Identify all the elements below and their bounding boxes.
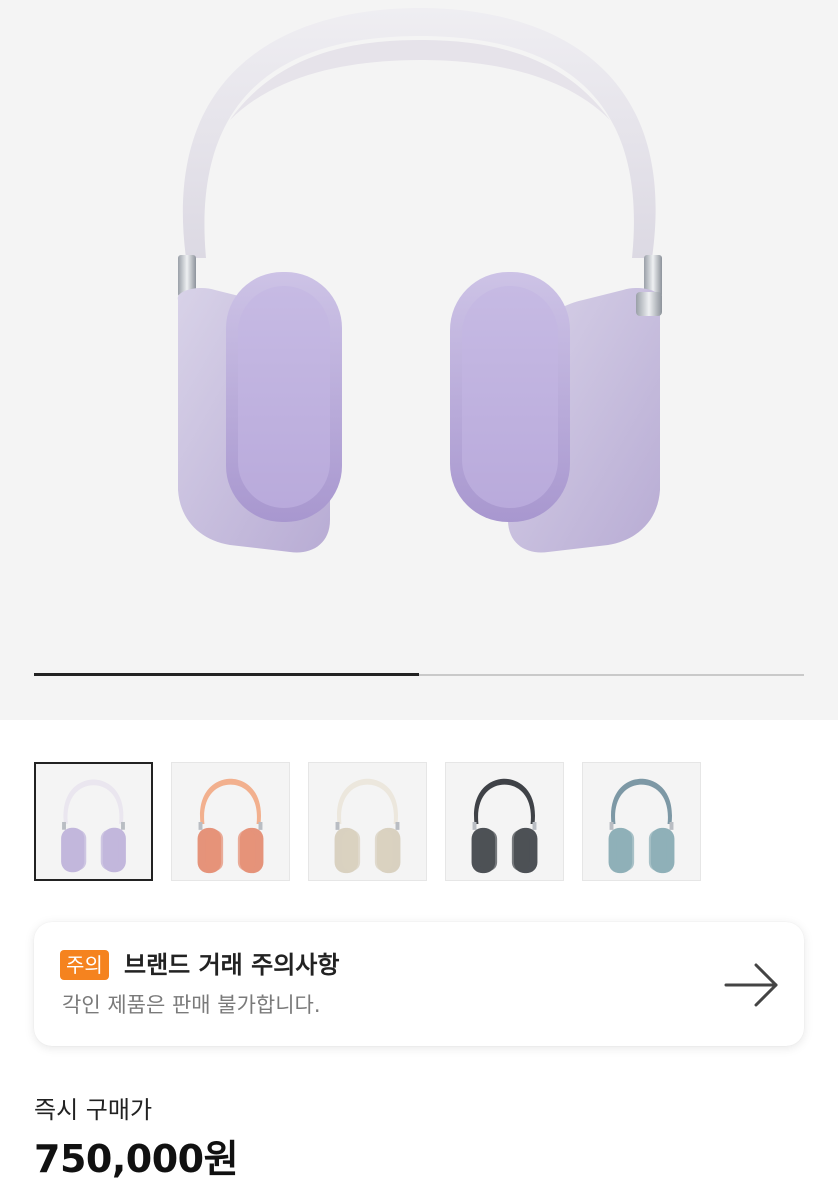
pink-thumb[interactable] xyxy=(171,762,290,881)
space-gray-thumb[interactable] xyxy=(445,762,564,881)
notice-title: 브랜드 거래 주의사항 xyxy=(124,951,340,979)
headphones-thumbnail-image xyxy=(334,778,401,874)
gallery-progress-fill xyxy=(34,673,419,676)
product-image xyxy=(177,8,662,553)
headphones-thumbnail-image xyxy=(471,778,538,874)
purple-thumb[interactable] xyxy=(34,762,153,881)
brand-notice-card[interactable]: 주의 브랜드 거래 주의사항 각인 제품은 판매 불가합니다. xyxy=(34,922,804,1046)
sky-blue-thumb[interactable] xyxy=(582,762,701,881)
headphones-thumbnail-image xyxy=(61,779,126,873)
warning-badge: 주의 xyxy=(60,950,109,980)
product-image-area[interactable] xyxy=(0,0,838,720)
price-label: 즉시 구매가 xyxy=(34,1096,153,1124)
headphones-thumbnail-image xyxy=(197,778,264,874)
notice-subtitle: 각인 제품은 판매 불가합니다. xyxy=(62,993,321,1017)
gallery-progress-track xyxy=(34,673,804,676)
color-thumbnail-list xyxy=(34,762,701,881)
price-value: 750,000원 xyxy=(34,1137,239,1181)
headphones-thumbnail-image xyxy=(608,778,675,874)
arrow-right-icon[interactable] xyxy=(724,962,780,1008)
starlight-thumb[interactable] xyxy=(308,762,427,881)
